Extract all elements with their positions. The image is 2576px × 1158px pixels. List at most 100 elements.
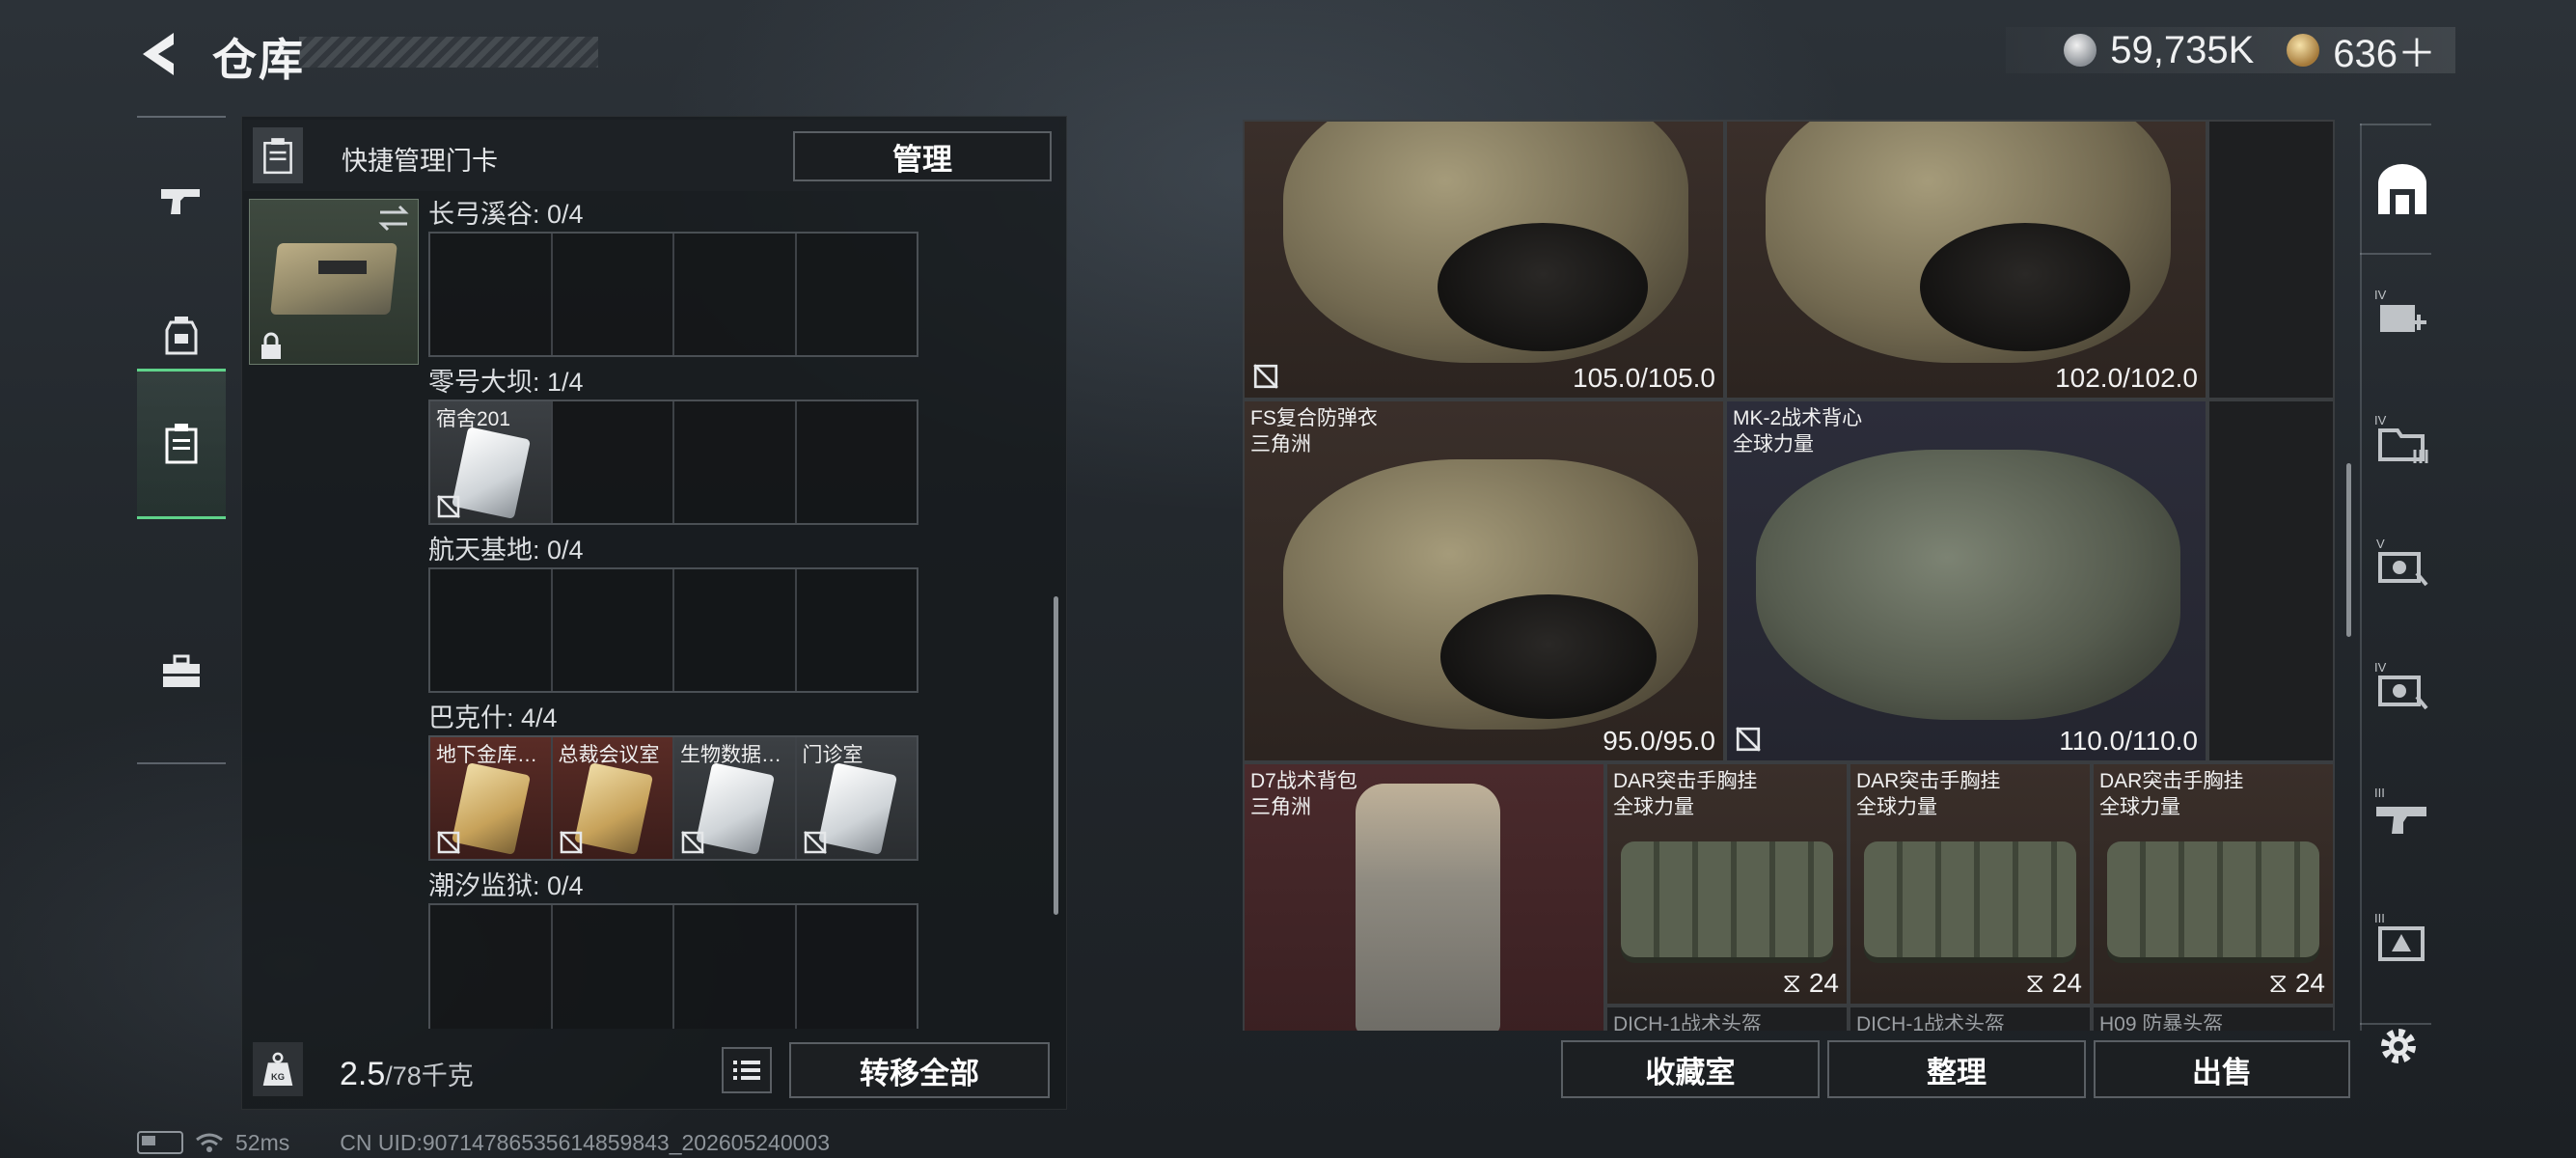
svg-text:IV: IV — [2374, 660, 2387, 675]
keycard-image — [817, 762, 897, 855]
user-uid: CN UID:90714786535614859843_202605240003 — [340, 1129, 830, 1155]
keycard-slot[interactable] — [797, 234, 918, 355]
gear-icon — [2381, 1029, 2416, 1063]
stash-item-chest-rig[interactable]: DAR突击手胸挂 全球力量 ⧖ 24 — [1605, 762, 1849, 1006]
rail-documents[interactable]: IV — [2370, 409, 2435, 473]
stash-item-helmet[interactable]: H09 防暴头盔 — [2092, 1006, 2335, 1031]
stash-item-chest-rig[interactable]: DAR突击手胸挂 全球力量 ⧖ 24 — [2092, 762, 2335, 1006]
capacity-number: 24 — [2294, 968, 2325, 998]
keycard-grid-dam: 宿舍201 — [428, 400, 918, 525]
keycard-slot[interactable] — [553, 234, 674, 355]
no-trade-icon — [437, 495, 460, 518]
rail-home[interactable] — [2370, 158, 2435, 222]
keycard-slot[interactable] — [674, 569, 797, 691]
chest-rig-image — [1621, 841, 1833, 957]
armor-bag-icon — [165, 317, 198, 355]
item-name: DICH-1战术头盔 — [1613, 1013, 1763, 1031]
capacity-value: ⧖ 24 — [2268, 968, 2325, 998]
keycard-slot[interactable] — [430, 569, 553, 691]
sort-button[interactable]: 整理 — [1827, 1040, 2086, 1098]
backpack-image — [1356, 784, 1500, 1031]
keycard-slot[interactable] — [797, 905, 918, 1029]
rail-hazard[interactable]: III — [2370, 907, 2435, 971]
durability-value: 105.0/105.0 — [1573, 363, 1715, 393]
stash-item-backpack[interactable]: D7战术背包 三角洲 — [1243, 762, 1605, 1031]
keycard-holder-strip — [318, 261, 367, 274]
currency-2-value[interactable]: 636＋ — [2333, 22, 2436, 78]
keycard-slot[interactable] — [430, 234, 553, 355]
keycard-slot-filled[interactable]: 生物数据… — [674, 737, 797, 859]
title-decoration — [299, 37, 598, 68]
toolbox-icon — [163, 654, 200, 687]
keycard-slot-filled[interactable]: 门诊室 — [796, 737, 917, 859]
collection-room-button[interactable]: 收藏室 — [1561, 1040, 1820, 1098]
coin-gold-icon — [2287, 34, 2320, 67]
gun-icon: III — [2374, 786, 2426, 834]
swap-icon[interactable] — [376, 203, 411, 234]
durability-value: 102.0/102.0 — [2055, 363, 2198, 393]
rail-medical[interactable]: IV — [2370, 284, 2435, 347]
stash-item-chest-rig[interactable]: DAR突击手胸挂 全球力量 ⧖ 24 — [1849, 762, 2092, 1006]
keycard-slot-filled[interactable]: 总裁会议室 — [552, 737, 674, 859]
keycard-slot[interactable] — [553, 905, 674, 1029]
keycard-grid-bakshi: 地下金库… 总裁会议室 生物数据… 门诊室 — [428, 735, 918, 861]
chest-rig-image — [2107, 841, 2319, 957]
rail-electronics-v[interactable]: V — [2370, 533, 2435, 596]
keycard-slot[interactable] — [430, 905, 553, 1029]
svg-text:IV: IV — [2374, 413, 2387, 427]
right-filter-rail: IV IV V IV III III — [2360, 124, 2437, 1031]
item-faction: 全球力量 — [1613, 796, 1694, 818]
keycard-case-icon — [165, 424, 198, 464]
keycard-slot[interactable] — [674, 234, 797, 355]
svg-text:V: V — [2376, 537, 2385, 551]
keycard-slot-filled[interactable]: 地下金库… — [430, 737, 553, 859]
item-name: MK-2战术背心 — [1733, 407, 1863, 429]
capacity-number: 24 — [2051, 968, 2082, 998]
keycard-grid-prison — [428, 903, 918, 1029]
keycard-holder-icon — [253, 127, 303, 183]
keycard-slot[interactable] — [797, 569, 918, 691]
settings-button[interactable] — [2373, 1021, 2424, 1071]
rail-electronics-iv[interactable]: IV — [2370, 656, 2435, 720]
svg-text:III: III — [2374, 786, 2385, 800]
folder-icon: IV — [2374, 413, 2428, 463]
keycard-scrollbar[interactable] — [1054, 596, 1058, 915]
stash-item-helmet[interactable]: DICH-1战术头盔 — [1849, 1006, 2092, 1031]
keycard-slot[interactable] — [674, 401, 797, 523]
list-view-button[interactable] — [722, 1047, 772, 1093]
back-button[interactable] — [135, 27, 189, 81]
stash-item-helmet[interactable]: DICH-1战术头盔 — [1605, 1006, 1849, 1031]
keycard-name: 门诊室 — [802, 744, 863, 766]
svg-text:IV: IV — [2374, 288, 2387, 302]
item-name: DAR突击手胸挂 — [1613, 770, 1758, 792]
stash-item-vest[interactable]: 105.0/105.0 — [1243, 120, 1725, 400]
rail-weapon-parts[interactable]: III — [2370, 782, 2435, 845]
stash-scrollbar[interactable] — [2346, 463, 2351, 637]
section-title-prison: 潮汐监狱: 0/4 — [428, 871, 584, 900]
quick-manage-label: 快捷管理门卡 — [342, 147, 498, 176]
keycard-slot[interactable] — [674, 905, 797, 1029]
keycard-holder-image — [270, 243, 397, 315]
item-name: DAR突击手胸挂 — [1856, 770, 2001, 792]
nav-weapons[interactable] — [137, 127, 226, 272]
nav-keycards[interactable] — [137, 369, 226, 519]
keycard-slot[interactable] — [553, 401, 674, 523]
nav-toolbox[interactable] — [137, 600, 226, 745]
sell-button[interactable]: 出售 — [2094, 1040, 2350, 1098]
keycard-slot-filled[interactable]: 宿舍201 — [430, 401, 553, 523]
chest-rig-image — [1864, 841, 2076, 957]
empty-slot[interactable] — [2207, 400, 2335, 762]
stash-item-vest[interactable]: 102.0/102.0 — [1725, 120, 2207, 400]
transfer-all-button[interactable]: 转移全部 — [789, 1042, 1050, 1098]
empty-slot[interactable] — [2207, 120, 2335, 400]
left-category-nav — [137, 116, 226, 764]
capacity-number: 24 — [1808, 968, 1839, 998]
stash-item-vest[interactable]: MK-2战术背心 全球力量 110.0/110.0 — [1725, 400, 2207, 762]
manage-button[interactable]: 管理 — [793, 131, 1052, 181]
keycard-slot[interactable] — [797, 401, 918, 523]
keycard-slot[interactable] — [553, 569, 674, 691]
no-trade-icon — [803, 831, 827, 854]
no-trade-icon — [1253, 364, 1278, 389]
item-faction: 全球力量 — [1856, 796, 1937, 818]
stash-item-vest[interactable]: FS复合防弹衣 三角洲 95.0/95.0 — [1243, 400, 1725, 762]
